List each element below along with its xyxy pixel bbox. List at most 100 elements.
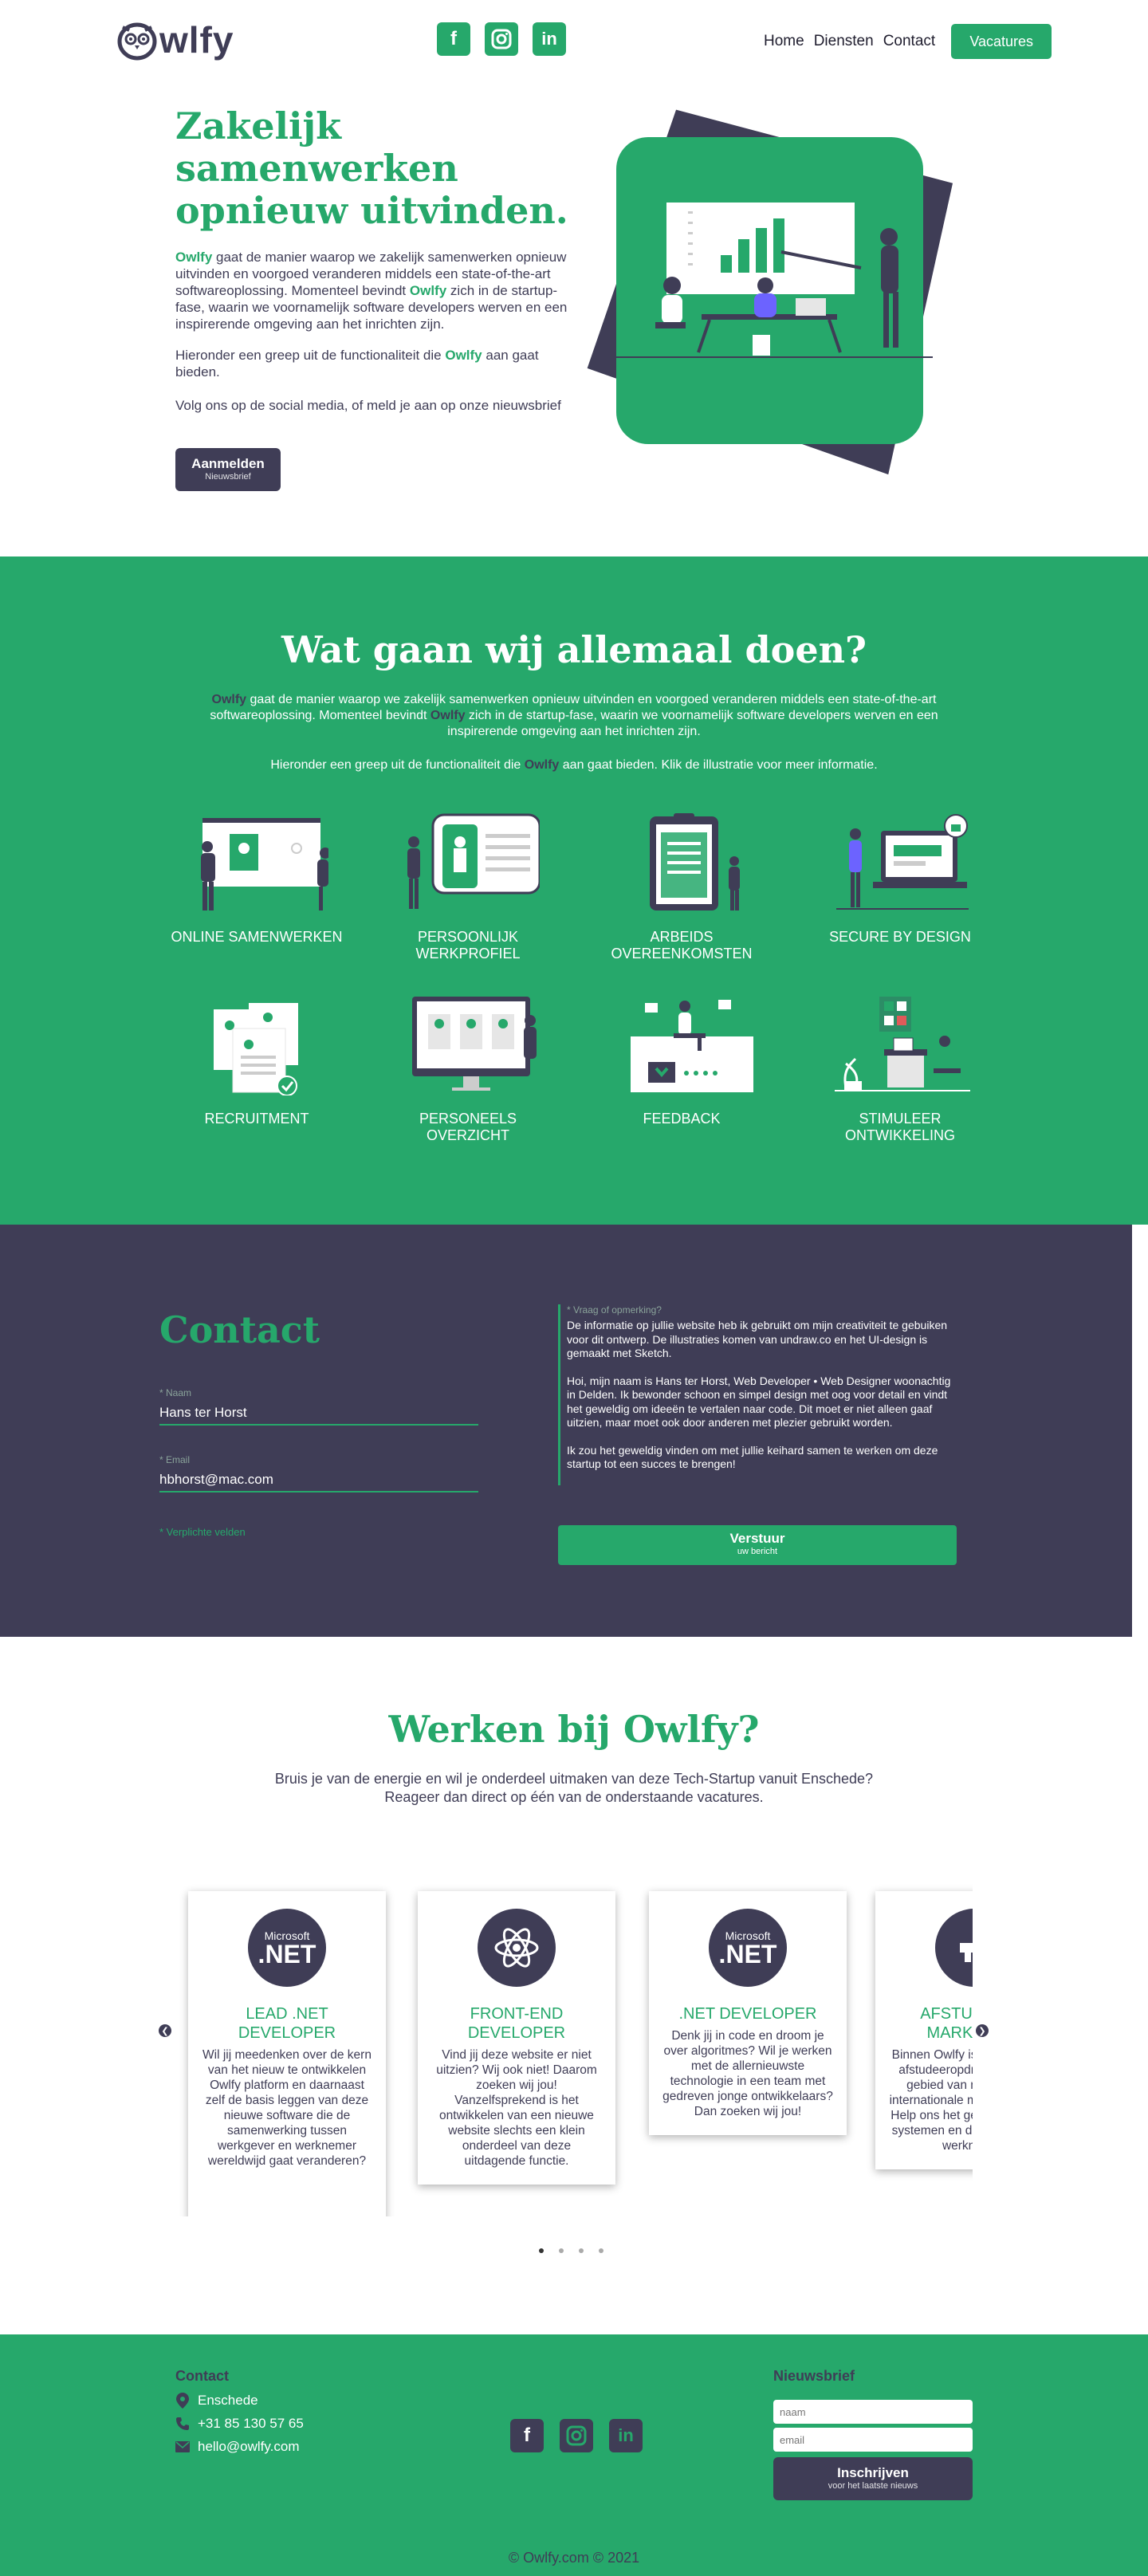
footer-social-links: f in [510,2419,643,2452]
service-label: FEEDBACK [643,1111,721,1127]
owlfy-logo[interactable]: wlfy [116,16,234,64]
inschrijven-button[interactable]: Inschrijven voor het laatste nieuws [773,2457,973,2500]
services-intro-2: Hieronder een greep uit de functionalite… [183,757,965,773]
carousel-next-arrow[interactable]: ❯ [976,2024,989,2037]
verstuur-button[interactable]: Verstuur uw bericht [558,1525,957,1565]
service-label: SECURE BY DESIGN [829,929,971,945]
linkedin-icon[interactable]: in [609,2419,643,2452]
carousel-dots [539,2248,603,2253]
vacancy-title: .NET DEVELOPER [678,2005,817,2023]
service-recruitment[interactable]: RECRUITMENT [165,992,348,1127]
vacancy-text: Vind jij deze website er niet uitzien? W… [436,2048,597,2168]
service-label: STIMULEER ONTWIKKELING [844,1111,955,1143]
location-pin-icon [176,2393,189,2409]
footer-email[interactable]: hello@owlfy.com [175,2439,299,2455]
service-label: RECRUITMENT [204,1111,309,1127]
vacatures-button[interactable]: Vacatures [951,24,1052,59]
phone-icon [176,2417,189,2430]
service-label: PERSOONLIJK WERKPROFIEL [415,929,521,962]
vacancy-title: FRONT-END DEVELOPER [467,2005,566,2042]
services-title: Wat gaan wij allemaal doen? [281,628,867,671]
mail-icon [175,2441,190,2452]
logo-text: wlfy [159,19,234,61]
email-input[interactable] [159,1469,478,1493]
nav-link-contact[interactable]: Contact [883,33,935,50]
service-secure-by-design[interactable]: SECURE BY DESIGN [808,810,992,946]
button-label: Aanmelden [191,456,265,471]
development-illustration [835,997,970,1091]
recruitment-illustration [214,1003,298,1096]
hero-paragraph-3: Volg ons op de social media, of meld je … [175,398,561,413]
button-label: Verstuur [729,1531,785,1546]
newsletter-title: Nieuwsbrief [773,2368,855,2384]
instagram-icon[interactable] [485,22,518,56]
footer-phone[interactable]: +31 85 130 57 65 [175,2416,304,2432]
hero-illustration [587,109,953,475]
service-label: PERSONEELS OVERZICHT [419,1111,517,1143]
required-fields-note: * Verplichte velden [159,1526,246,1538]
newsletter-name-input[interactable] [773,2400,973,2424]
security-illustration [836,814,969,910]
linkedin-icon[interactable]: in [533,22,566,56]
vacancy-card[interactable]: FRONT-END DEVELOPER Vind jij deze websit… [418,1891,615,2185]
aanmelden-button[interactable]: Aanmelden Nieuwsbrief [175,448,281,491]
jobs-title: Werken bij Owlfy? [388,1708,760,1751]
feedback-illustration [631,1000,755,1092]
carousel-dot[interactable] [559,2248,564,2253]
vacancy-title: AFSTUDEREN MARKETING [920,2005,973,2042]
service-label: ARBEIDS OVEREENKOMSTEN [611,929,753,962]
service-feedback[interactable]: FEEDBACK [590,992,773,1127]
collaboration-illustration [201,818,331,910]
services-section: Wat gaan wij allemaal doen? Owlfy gaat d… [0,556,1148,1225]
brand-name: Owlfy [211,693,247,706]
copyright: © Owlfy.com © 2021 [508,2550,640,2566]
carousel-prev-arrow[interactable]: ❮ [159,2024,171,2037]
service-persoonlijk-werkprofiel[interactable]: PERSOONLIJK WERKPROFIEL [376,810,560,962]
newsletter-email-input[interactable] [773,2428,973,2452]
instagram-icon[interactable] [560,2419,593,2452]
carousel-dot[interactable] [539,2248,544,2253]
contract-illustration [650,813,740,910]
service-stimuleer-ontwikkeling[interactable]: STIMULEER ONTWIKKELING [808,992,992,1144]
message-paragraph: Hoi, mijn naam is Hans ter Horst, Web De… [567,1374,951,1430]
vacancy-carousel: Microsoft .NET LEAD .NET DEVELOPER Wil j… [174,1882,973,2216]
button-sublabel: uw bericht [737,1547,778,1556]
service-personeels-overzicht[interactable]: PERSONEELS OVERZICHT [376,992,560,1144]
vacancy-card[interactable]: AFSTUDEREN MARKETING Binnen Owlfy is er … [875,1891,973,2169]
vacancy-card[interactable]: Microsoft .NET .NET DEVELOPER Denk jij i… [649,1891,847,2135]
services-intro: Owlfy gaat de manier waarop we zakelijk … [183,692,965,740]
footer-address: Enschede [175,2392,258,2409]
hero-text: Hieronder een greep uit de functionalite… [175,348,446,363]
service-arbeids-overeenkomsten[interactable]: ARBEIDS OVEREENKOMSTEN [590,810,773,962]
button-sublabel: Nieuwsbrief [205,472,251,482]
carousel-dot[interactable] [579,2248,584,2253]
nav-link-diensten[interactable]: Diensten [814,33,874,50]
brand-name: Owlfy [445,348,482,363]
service-label: ONLINE SAMENWERKEN [171,929,343,945]
vacancy-text: Denk jij in code en droom je over algori… [662,2029,833,2118]
owl-logo-icon [117,22,157,61]
contact-section: Contact * Naam * Email * Verplichte veld… [0,1225,1132,1637]
intro-text: aan gaat bieden. Klik de illustratie voo… [559,758,878,772]
button-sublabel: voor het laatste nieuws [828,2481,918,2491]
brand-name: Owlfy [175,250,213,265]
message-paragraph: De informatie op jullie website heb ik g… [567,1319,948,1359]
vacancy-title: LEAD .NET DEVELOPER [238,2005,336,2042]
hero-paragraph-2: Hieronder een greep uit de functionalite… [175,347,574,380]
vacancy-text: Wil jij meedenken over de kern van het n… [202,2048,372,2168]
message-label: * Vraag of opmerking? [567,1304,662,1316]
top-navigation: wlfy f in Home Diensten Contact Vacature… [0,0,1148,80]
message-textarea[interactable]: * Vraag of opmerking? De informatie op j… [558,1304,957,1485]
vacancy-text: Binnen Owlfy is er ruimte voor afstudeer… [889,2048,973,2153]
name-input[interactable] [159,1402,478,1426]
icon-text: .NET [718,1940,777,1968]
dotnet-icon: Microsoft .NET [248,1909,326,1987]
email-label: * Email [159,1454,191,1465]
facebook-icon[interactable]: f [510,2419,544,2452]
footer-email-text: hello@owlfy.com [198,2439,300,2454]
vacancy-card[interactable]: Microsoft .NET LEAD .NET DEVELOPER Wil j… [188,1891,386,2216]
facebook-icon[interactable]: f [437,22,470,56]
carousel-dot[interactable] [599,2248,603,2253]
nav-link-home[interactable]: Home [764,33,804,50]
service-online-samenwerken[interactable]: ONLINE SAMENWERKEN [165,810,348,946]
